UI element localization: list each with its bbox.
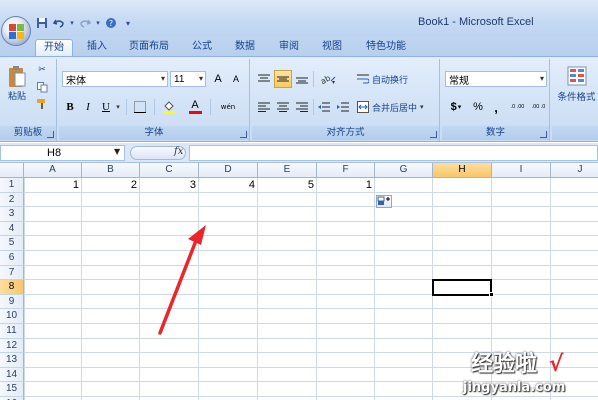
redo-dropdown-icon[interactable]: ▾ [95, 16, 101, 30]
clipboard-dialog-launcher[interactable] [47, 131, 54, 138]
borders-icon [134, 101, 146, 113]
align-top-icon[interactable] [256, 71, 272, 87]
conditional-format-button[interactable]: 条件格式 [555, 62, 598, 106]
percent-button[interactable]: % [470, 99, 486, 115]
comma-button[interactable]: , [488, 99, 504, 115]
tab-home[interactable]: 开始 [35, 39, 73, 56]
alignment-dialog-launcher[interactable] [430, 131, 437, 138]
align-bottom-icon[interactable] [294, 71, 310, 87]
watermark-title: 经验啦 [471, 352, 538, 377]
customize-qat-icon[interactable]: ▾ [121, 16, 135, 30]
number-dialog-launcher[interactable] [540, 131, 547, 138]
undo-dropdown-icon[interactable]: ▾ [69, 16, 75, 30]
merge-center-button[interactable]: 合并后居中 ▾ [357, 99, 435, 115]
font-color-glyph: A [191, 99, 199, 111]
redo-icon[interactable] [78, 16, 92, 30]
fill-color-icon [163, 101, 175, 114]
conditional-format-icon [567, 66, 586, 86]
cut-icon[interactable]: ✂ [34, 63, 50, 77]
alignment-group-label: 对齐方式 [252, 126, 439, 140]
decrease-decimal-button[interactable]: .00 .0 [529, 99, 548, 115]
align-center-icon[interactable] [275, 99, 291, 115]
phonetic-guide-button[interactable]: wén [214, 99, 242, 115]
increase-indent-icon[interactable] [335, 99, 351, 115]
tab-view[interactable]: 视图 [316, 39, 348, 56]
shrink-font-button[interactable]: A [228, 71, 244, 87]
format-painter-icon[interactable] [34, 97, 50, 111]
office-logo-icon [9, 24, 24, 39]
grow-font-button[interactable]: A [210, 71, 226, 87]
font-color-button[interactable]: A [184, 99, 206, 115]
merge-center-icon [357, 101, 369, 113]
alignment-group: ab ▾ 自动换行 合并后居中 ▾ 对齐方式 [252, 59, 440, 141]
font-dialog-launcher[interactable] [240, 131, 247, 138]
help-icon[interactable]: ? [104, 16, 118, 30]
align-middle-icon[interactable] [274, 70, 292, 88]
watermark: 经验啦 √ jingyanla.com [463, 346, 598, 400]
align-left-icon[interactable] [256, 99, 272, 115]
merge-dropdown-icon: ▾ [420, 103, 424, 111]
save-icon[interactable] [35, 16, 49, 30]
name-box-dropdown-icon[interactable]: ▼ [114, 147, 120, 156]
currency-button[interactable]: $ ▾ [445, 99, 467, 115]
font-name-select[interactable]: 宋体 [62, 71, 168, 87]
formula-bar: H8 ▼ fx [0, 143, 598, 163]
tab-formulas[interactable]: 公式 [186, 39, 218, 56]
tab-page-layout[interactable]: 页面布局 [124, 39, 174, 56]
number-group-label: 数字 [442, 126, 549, 140]
decrease-indent-icon[interactable] [316, 99, 332, 115]
watermark-url: jingyanla.com [463, 380, 566, 395]
font-color-swatch [188, 111, 202, 114]
paste-icon [9, 65, 26, 87]
orientation-icon: ab ▾ [319, 73, 336, 85]
conditional-format-label: 条件格式 [557, 92, 596, 103]
title-bar: ▾ ▾ ? ▾ Book1 - Microsoft Excel [0, 0, 598, 38]
office-button[interactable] [1, 16, 31, 46]
wrap-text-button[interactable]: 自动换行 [357, 71, 427, 87]
align-right-icon[interactable] [294, 99, 310, 115]
merge-center-label: 合并后居中 [372, 103, 418, 114]
borders-button[interactable] [130, 99, 150, 115]
paste-label: 粘贴 [7, 91, 26, 102]
phonetic-guide-label: wén [220, 103, 236, 111]
clipboard-group: 粘贴 ✂ 剪贴板 [0, 59, 57, 141]
quick-access-toolbar: ▾ ▾ ? ▾ [35, 14, 135, 32]
formula-input[interactable] [189, 145, 598, 161]
copy-icon[interactable] [34, 80, 50, 94]
ribbon-tabs: 开始 插入 页面布局 公式 数据 审阅 视图 特色功能 [0, 37, 598, 56]
svg-text:▾: ▾ [332, 79, 335, 85]
svg-text:?: ? [109, 19, 113, 28]
font-group: 宋体 11 A A B I U ▾ A wén 字体 [59, 59, 250, 141]
fill-color-button[interactable] [158, 99, 180, 115]
font-size-select[interactable]: 11 [170, 71, 206, 87]
watermark-check: √ [548, 352, 564, 377]
tab-review[interactable]: 审阅 [273, 39, 305, 56]
wrap-text-label: 自动换行 [372, 75, 409, 86]
currency-label: $ [450, 101, 457, 113]
tab-special-features[interactable]: 特色功能 [360, 39, 412, 56]
underline-dropdown-icon[interactable]: ▾ [114, 99, 122, 115]
tab-insert[interactable]: 插入 [80, 39, 114, 56]
bold-button[interactable]: B [62, 99, 78, 115]
number-group: 常规 $▾ % , .0 .00 .00 .0 数字 [442, 59, 550, 141]
paste-button[interactable]: 粘贴 [4, 62, 30, 104]
window-title: Book1 - Microsoft Excel [418, 16, 534, 28]
increase-decimal-button[interactable]: .0 .00 [508, 99, 527, 115]
undo-icon[interactable] [52, 16, 66, 30]
insert-function-button[interactable]: fx [174, 146, 183, 157]
svg-text:ab: ab [319, 73, 332, 85]
underline-button[interactable]: U [98, 99, 114, 115]
name-box[interactable]: H8 [0, 145, 125, 161]
styles-group: 条件格式 [552, 59, 598, 141]
tab-data[interactable]: 数据 [229, 39, 261, 56]
ribbon: 粘贴 ✂ 剪贴板 宋体 11 A A B I U ▾ A [0, 56, 598, 142]
orientation-button[interactable]: ab ▾ [316, 71, 340, 87]
italic-button[interactable]: I [80, 99, 96, 115]
font-group-label: 字体 [59, 126, 249, 140]
wrap-text-icon [357, 74, 369, 84]
number-format-select[interactable]: 常规 [445, 71, 547, 87]
